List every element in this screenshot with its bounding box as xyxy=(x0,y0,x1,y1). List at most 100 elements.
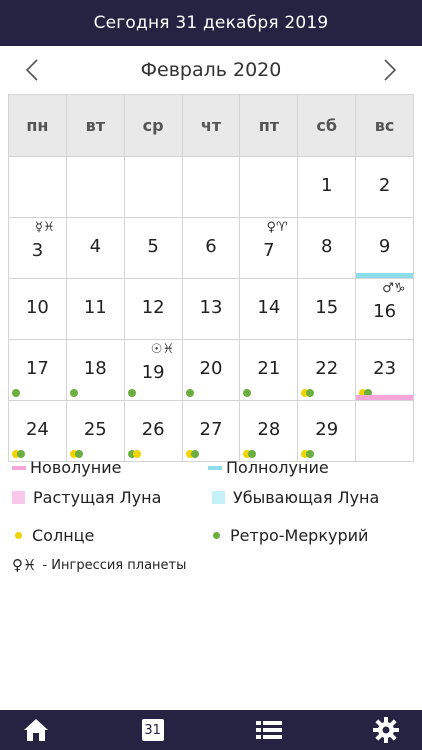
sun-dot-icon xyxy=(15,532,22,539)
weekday-header: вт xyxy=(66,95,125,157)
calendar-day-cell[interactable]: 18 xyxy=(66,340,125,401)
day-number: 5 xyxy=(147,236,159,257)
chevron-right-icon[interactable] xyxy=(376,56,404,84)
day-number: 24 xyxy=(25,419,49,440)
calendar-day-cell[interactable]: 28 xyxy=(240,401,299,462)
calendar-day-cell[interactable]: 23 xyxy=(356,340,415,401)
sun-dot-icon xyxy=(132,450,141,458)
home-icon[interactable] xyxy=(22,716,50,744)
list-icon[interactable] xyxy=(255,716,283,744)
legend-waning-moon: Убывающая Луна xyxy=(212,488,379,507)
event-dots xyxy=(127,450,141,458)
calendar-week-row: 17 18 19 ☉♓ 20 21 22 23 xyxy=(9,340,415,401)
calendar-empty-cell xyxy=(240,157,299,218)
day-number: 3 xyxy=(31,240,44,261)
calendar-day-cell[interactable]: 17 xyxy=(9,340,67,401)
retro-mercury-dot-icon xyxy=(243,389,252,397)
calendar-day-cell[interactable]: 26 xyxy=(124,401,183,462)
gear-icon[interactable] xyxy=(372,716,400,744)
calendar-day-cell[interactable]: 22 xyxy=(298,340,357,401)
legend-sun-label: Солнце xyxy=(32,526,95,545)
calendar-day-cell[interactable]: 20 xyxy=(182,340,241,401)
calendar-day-cell[interactable]: 24 xyxy=(9,401,67,462)
weekday-header: ср xyxy=(124,95,183,157)
today-label[interactable]: Сегодня 31 декабря 2019 xyxy=(94,13,329,33)
chevron-left-icon[interactable] xyxy=(18,56,46,84)
weekday-header: чт xyxy=(182,95,241,157)
day-number: 2 xyxy=(378,175,391,196)
calendar-day-cell[interactable]: 3 ☿♓ xyxy=(9,218,67,279)
day-number: 4 xyxy=(89,236,102,257)
retro-mercury-dot-icon xyxy=(74,450,83,458)
month-title: Февраль 2020 xyxy=(140,59,282,81)
day-number: 14 xyxy=(257,297,281,318)
retro-mercury-dot-icon xyxy=(306,389,315,397)
event-dots xyxy=(243,389,252,397)
calendar-day-cell[interactable]: 7 ♀♈ xyxy=(240,218,299,279)
legend-retro-mercury: Ретро-Меркурий xyxy=(213,526,368,545)
retro-mercury-dot-icon xyxy=(127,389,136,397)
calendar-day-cell[interactable]: 15 xyxy=(298,279,357,340)
calendar-day-cell[interactable]: 8 xyxy=(298,218,357,279)
calendar-today-button[interactable]: 31 xyxy=(139,716,167,744)
calendar-day-cell[interactable]: 25 xyxy=(66,401,125,462)
waning-moon-swatch xyxy=(212,491,225,504)
waxing-moon-swatch xyxy=(12,491,25,504)
calendar-empty-cell xyxy=(182,157,241,218)
retro-mercury-dot-icon xyxy=(213,532,220,539)
calendar-day-cell[interactable]: 12 xyxy=(124,279,183,340)
retro-mercury-dot-icon xyxy=(306,450,315,458)
legend-waxing-moon-label: Растущая Луна xyxy=(33,488,162,507)
event-dots xyxy=(301,450,315,458)
calendar-day-cell[interactable]: 21 xyxy=(240,340,299,401)
weekday-header: вс xyxy=(356,95,415,157)
calendar-day-cell[interactable]: 27 xyxy=(182,401,241,462)
calendar-day-cell[interactable]: 4 xyxy=(66,218,125,279)
legend-sun: Солнце xyxy=(15,526,94,545)
top-bar: Сегодня 31 декабря 2019 xyxy=(0,0,422,46)
event-dots xyxy=(12,450,25,458)
legend-full-moon-label: Полнолуние xyxy=(226,458,329,477)
day-number: 7 xyxy=(263,240,275,261)
retro-mercury-dot-icon xyxy=(190,450,199,458)
calendar-day-cell[interactable]: 10 xyxy=(9,279,67,340)
event-dots xyxy=(243,450,257,458)
calendar-day-badge: 31 xyxy=(141,719,164,741)
calendar-day-cell[interactable]: 16 ♂♑ xyxy=(356,279,415,340)
event-dots xyxy=(301,389,315,397)
day-number: 28 xyxy=(257,419,281,440)
calendar-day-cell[interactable]: 1 xyxy=(298,157,357,218)
legend-waning-moon-label: Убывающая Луна xyxy=(233,488,380,507)
calendar-week-row: 3 ☿♓ 4 5 6 7 ♀♈ 8 9 xyxy=(9,218,415,279)
event-dots xyxy=(185,450,199,458)
retro-mercury-dot-icon xyxy=(185,389,194,397)
calendar-empty-cell xyxy=(9,157,67,218)
day-number: 13 xyxy=(199,297,223,318)
day-number: 10 xyxy=(25,297,49,318)
calendar-day-cell[interactable]: 29 xyxy=(298,401,357,462)
calendar-day-cell[interactable]: 6 xyxy=(182,218,241,279)
legend-waxing-moon: Растущая Луна xyxy=(12,488,161,507)
legend-ingress-label: - Ингрессия планеты xyxy=(42,557,187,573)
calendar-day-cell[interactable]: 14 xyxy=(240,279,299,340)
calendar-day-cell[interactable]: 2 xyxy=(356,157,415,218)
calendar-empty-cell xyxy=(356,401,415,462)
calendar-day-cell[interactable]: 11 xyxy=(66,279,125,340)
calendar-day-cell[interactable]: 5 xyxy=(124,218,183,279)
event-dots xyxy=(185,389,194,397)
retro-mercury-dot-icon xyxy=(69,389,78,397)
planet-ingress-mark: ♀♈ xyxy=(266,220,288,235)
day-number: 26 xyxy=(141,419,165,440)
legend-new-moon-label: Новолуние xyxy=(30,458,122,477)
day-number: 19 xyxy=(141,362,165,383)
calendar-day-cell[interactable]: 13 xyxy=(182,279,241,340)
day-number: 18 xyxy=(83,358,107,379)
calendar-week-row: 24 25 26 27 28 29 xyxy=(9,401,415,462)
day-number: 1 xyxy=(321,175,333,196)
calendar-day-cell[interactable]: 9 xyxy=(356,218,415,279)
legend-ingress: ♀♓ - Ингрессия планеты xyxy=(12,556,186,574)
day-number: 17 xyxy=(25,358,49,379)
calendar-day-cell[interactable]: 19 ☉♓ xyxy=(124,340,183,401)
new-moon-swatch xyxy=(12,465,26,470)
full-moon-swatch xyxy=(208,465,222,470)
